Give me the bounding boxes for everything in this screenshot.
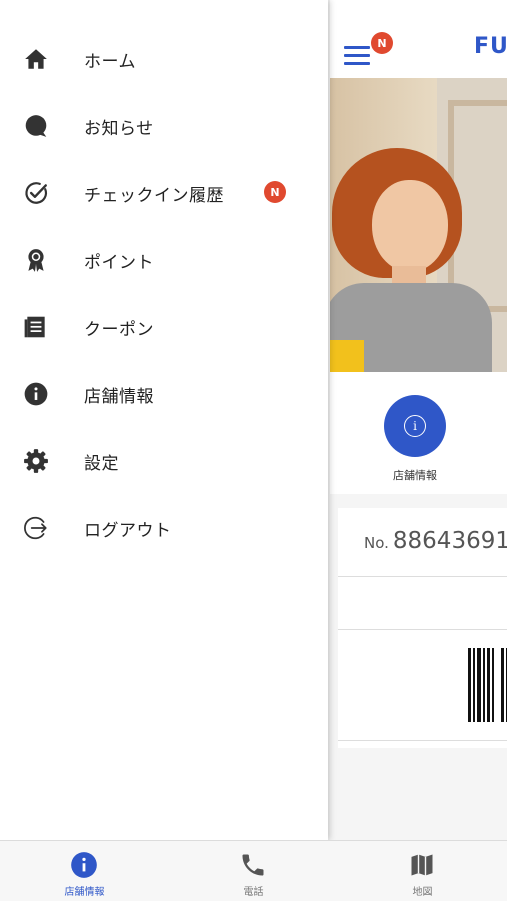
store-info-button-label: 店舗情報 [393, 469, 437, 482]
award-ribbon-icon [28, 249, 44, 272]
map-icon [411, 854, 433, 876]
store-info-button[interactable]: i [384, 395, 446, 457]
barcode [468, 648, 507, 722]
drawer-item-points[interactable]: ポイント [0, 226, 328, 293]
drawer-item-coupon[interactable]: クーポン [0, 293, 328, 360]
drawer-item-label: ログアウト [84, 521, 172, 541]
phone-icon [242, 854, 264, 876]
chat-bubble-icon [25, 115, 47, 137]
member-number-prefix: No. [364, 534, 389, 552]
tab-store-info[interactable]: 店舗情報 [0, 841, 169, 901]
hero-photo [330, 78, 507, 372]
drawer-item-label: ホーム [84, 52, 136, 72]
drawer-item-label: ポイント [84, 253, 154, 273]
gear-icon [24, 449, 48, 473]
tab-label: 地図 [412, 887, 433, 898]
bottom-tab-bar: 店舗情報 電話 地図 [0, 840, 507, 901]
drawer-item-news[interactable]: お知らせ [0, 92, 328, 159]
navigation-drawer: ホーム お知らせ チェックイン履歴 N ポイント クーポン 店舗情報 設定 ログ… [0, 0, 328, 840]
brand-logo-text: FU [474, 34, 507, 59]
tab-label: 電話 [243, 887, 264, 898]
tab-map[interactable]: 地図 [338, 841, 507, 901]
menu-notification-badge: N [371, 32, 393, 54]
coupon-list-icon [24, 316, 45, 338]
tab-label: 店舗情報 [64, 887, 105, 898]
logout-icon [24, 516, 47, 540]
check-circle-icon [25, 182, 47, 204]
drawer-item-label: クーポン [84, 320, 154, 340]
home-icon [25, 49, 47, 69]
new-badge: N [264, 181, 286, 203]
divider [338, 576, 507, 577]
drawer-item-settings[interactable]: 設定 [0, 427, 328, 494]
tab-phone[interactable]: 電話 [169, 841, 338, 901]
main-content: N FU i 店舗情報 No. 88643691 [330, 0, 507, 840]
member-number-value: 88643691 [392, 528, 507, 554]
drawer-item-label: 店舗情報 [84, 387, 154, 407]
drawer-item-checkin-history[interactable]: チェックイン履歴 N [0, 159, 328, 226]
member-number: No. 88643691 [364, 528, 507, 554]
divider [338, 629, 507, 630]
member-card: No. 88643691 [338, 508, 507, 748]
app-header: N FU [330, 0, 507, 78]
divider [338, 740, 507, 741]
drawer-item-label: チェックイン履歴 [84, 186, 224, 206]
hamburger-menu-icon[interactable] [344, 44, 370, 66]
drawer-item-label: お知らせ [84, 119, 154, 139]
info-icon [24, 382, 48, 406]
drawer-item-logout[interactable]: ログアウト [0, 494, 328, 561]
info-icon [71, 852, 97, 878]
quick-actions: i 店舗情報 [330, 372, 507, 494]
drawer-item-store-info[interactable]: 店舗情報 [0, 360, 328, 427]
info-icon: i [404, 415, 426, 437]
drawer-item-label: 設定 [84, 454, 119, 474]
drawer-item-home[interactable]: ホーム [0, 25, 328, 92]
